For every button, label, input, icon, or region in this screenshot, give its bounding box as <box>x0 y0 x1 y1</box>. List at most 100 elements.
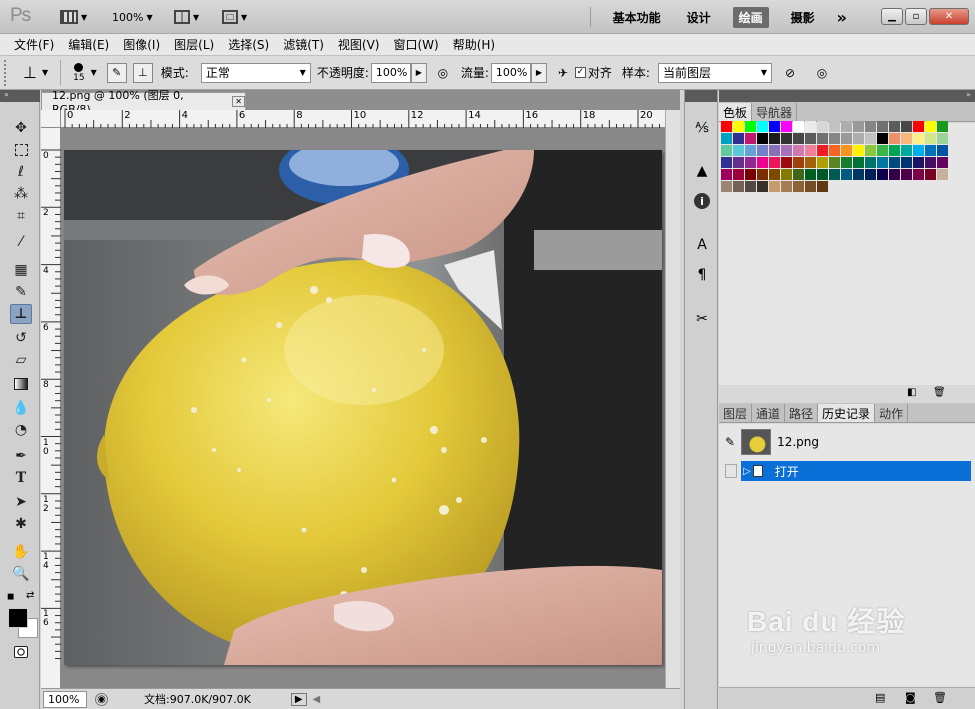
mode-select[interactable]: 正常 ▼ <box>200 62 311 83</box>
color-swatch[interactable] <box>925 145 936 156</box>
color-swatch[interactable] <box>901 121 912 132</box>
quick-mask-button[interactable] <box>10 642 32 662</box>
color-swatch[interactable] <box>817 169 828 180</box>
menu-filter[interactable]: 滤镜(T) <box>283 36 324 53</box>
color-swatch[interactable] <box>745 169 756 180</box>
color-swatch[interactable] <box>865 157 876 168</box>
color-swatch[interactable] <box>745 181 756 192</box>
color-swatch[interactable] <box>781 169 792 180</box>
clone-stamp-tool[interactable]: ⊥ <box>10 304 32 324</box>
workspace-essentials[interactable]: 基本功能 <box>609 7 665 28</box>
marquee-tool[interactable] <box>10 140 32 160</box>
color-swatch[interactable] <box>937 157 948 168</box>
new-swatch-button[interactable]: ◧ <box>907 387 916 398</box>
color-swatch[interactable] <box>781 133 792 144</box>
color-swatch[interactable] <box>925 169 936 180</box>
color-swatch[interactable] <box>817 145 828 156</box>
color-swatch[interactable] <box>817 133 828 144</box>
color-swatch[interactable] <box>757 121 768 132</box>
color-swatch[interactable] <box>805 121 816 132</box>
color-swatch[interactable] <box>757 157 768 168</box>
scroll-left-icon[interactable]: ◀ <box>313 694 321 705</box>
status-menu-arrow[interactable]: ▶ <box>290 692 307 706</box>
new-document-from-state-button[interactable]: ▤ <box>875 691 885 704</box>
color-swatch[interactable] <box>901 169 912 180</box>
tab-navigator[interactable]: 导航器 <box>752 103 798 121</box>
color-swatch[interactable] <box>889 145 900 156</box>
color-swatch[interactable] <box>841 169 852 180</box>
shape-tool[interactable]: ✱ <box>10 514 32 534</box>
color-swatch[interactable] <box>757 181 768 192</box>
menu-layer[interactable]: 图层(L) <box>174 36 214 53</box>
chevron-down-icon[interactable]: ▼ <box>42 68 48 77</box>
eraser-tool[interactable]: ▱ <box>10 350 32 370</box>
color-swatch[interactable] <box>841 145 852 156</box>
color-swatch[interactable] <box>841 133 852 144</box>
quick-select-tool[interactable]: ⁂ <box>10 184 32 204</box>
color-swatch[interactable] <box>769 181 780 192</box>
color-swatch[interactable] <box>829 133 840 144</box>
tools-panel-header[interactable]: » <box>0 90 40 102</box>
color-swatch[interactable] <box>745 133 756 144</box>
color-swatch[interactable] <box>925 157 936 168</box>
brush-tool[interactable]: ✎ <box>10 282 32 302</box>
menu-image[interactable]: 图像(I) <box>123 36 160 53</box>
color-swatch[interactable] <box>793 181 804 192</box>
color-swatch[interactable] <box>877 121 888 132</box>
color-swatch[interactable] <box>721 145 732 156</box>
color-swatch[interactable] <box>937 121 948 132</box>
color-swatch[interactable] <box>853 145 864 156</box>
brush-picker[interactable]: 15 <box>73 62 85 83</box>
color-swatch[interactable] <box>937 145 948 156</box>
path-select-tool[interactable]: ➤ <box>10 492 32 512</box>
canvas-vertical-scrollbar[interactable] <box>665 110 680 688</box>
color-swatch[interactable] <box>841 157 852 168</box>
dock-header[interactable] <box>685 90 717 102</box>
brush-presets-button[interactable]: ⅍ <box>691 116 713 138</box>
document-tab[interactable]: 12.png @ 100% (图层 0, RGB/8) ✕ <box>41 89 246 116</box>
spot-healing-tool[interactable]: ▦ <box>10 260 32 280</box>
default-colors-button[interactable]: ◼ <box>7 592 14 602</box>
arrange-documents-button[interactable]: ▼ <box>174 8 199 26</box>
dodge-tool[interactable]: ◔ <box>10 420 32 440</box>
color-swatch[interactable] <box>889 157 900 168</box>
launch-bridge-button[interactable]: ▼ <box>60 8 87 26</box>
minimize-button[interactable]: ▁ <box>881 8 903 25</box>
type-tool[interactable]: T <box>10 468 32 488</box>
ignore-adjustment-layers-button[interactable]: ⊘ <box>780 63 800 83</box>
color-swatch[interactable] <box>901 133 912 144</box>
color-swatch[interactable] <box>901 157 912 168</box>
pen-tool[interactable]: ✒ <box>10 446 32 466</box>
sample-select[interactable]: 当前图层 ▼ <box>657 62 772 83</box>
color-swatch[interactable] <box>901 145 912 156</box>
color-swatch[interactable] <box>853 169 864 180</box>
color-swatch[interactable] <box>733 133 744 144</box>
history-brush-source-icon[interactable]: ✎ <box>725 435 735 449</box>
color-swatch[interactable] <box>721 157 732 168</box>
close-button[interactable]: ✕ <box>929 8 969 25</box>
color-swatch[interactable] <box>721 133 732 144</box>
vertical-ruler[interactable]: 0 2 4 6 8 10 12 14 16 <box>41 128 61 688</box>
color-swatch[interactable] <box>769 133 780 144</box>
color-swatch[interactable] <box>805 133 816 144</box>
document-canvas-image[interactable] <box>64 150 662 665</box>
color-swatch[interactable] <box>793 133 804 144</box>
opacity-input[interactable]: 100% <box>370 62 411 83</box>
color-swatch[interactable] <box>913 145 924 156</box>
color-swatch[interactable] <box>769 157 780 168</box>
color-swatch[interactable] <box>733 157 744 168</box>
tab-channels[interactable]: 通道 <box>752 404 786 422</box>
color-swatch[interactable] <box>913 157 924 168</box>
color-swatch[interactable] <box>865 169 876 180</box>
maximize-button[interactable]: ▫ <box>905 8 927 25</box>
menu-window[interactable]: 窗口(W) <box>393 36 438 53</box>
color-swatch[interactable] <box>793 157 804 168</box>
pressure-size-button[interactable]: ◎ <box>812 63 832 83</box>
color-swatch[interactable] <box>829 145 840 156</box>
color-swatch[interactable] <box>757 133 768 144</box>
crop-tool[interactable]: ⌗ <box>10 206 32 226</box>
color-swatch[interactable] <box>829 157 840 168</box>
blur-tool[interactable]: 💧 <box>10 398 32 418</box>
color-swatch[interactable] <box>913 133 924 144</box>
chevron-down-icon[interactable]: ▼ <box>91 68 97 77</box>
